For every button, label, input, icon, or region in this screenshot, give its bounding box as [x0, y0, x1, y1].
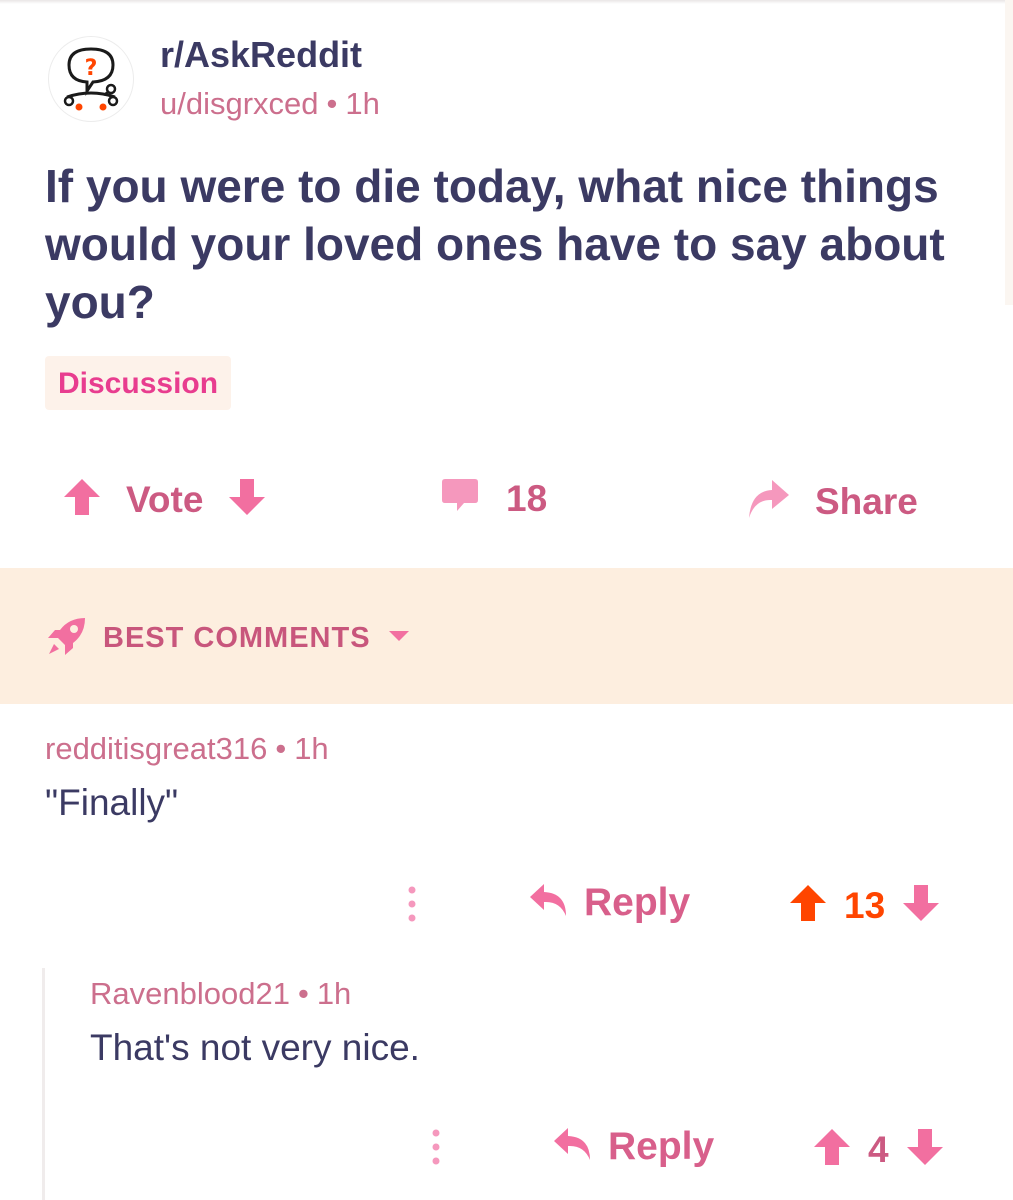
- comment-body: "Finally": [45, 782, 179, 823]
- meta-separator: •: [275, 731, 287, 766]
- comments-button[interactable]: 18: [440, 476, 547, 521]
- reply-label: Reply: [584, 880, 691, 924]
- post-age: 1h: [345, 86, 380, 121]
- comment-score: 4: [812, 1126, 945, 1173]
- share-button[interactable]: Share: [745, 476, 918, 527]
- reply-arrow-icon: [528, 880, 570, 925]
- comment-author[interactable]: redditisgreat316: [45, 731, 267, 766]
- reply-label: Reply: [608, 1124, 715, 1168]
- scroll-edge: [1005, 0, 1013, 305]
- comment-age: 1h: [316, 976, 352, 1011]
- comment-author[interactable]: Ravenblood21: [90, 976, 290, 1011]
- top-shadow: [0, 0, 1013, 4]
- post-meta: u/disgrxced • 1h: [160, 86, 380, 122]
- comment-score: 13: [788, 882, 941, 929]
- upvote-arrow-icon[interactable]: [788, 882, 828, 929]
- sort-label: BEST COMMENTS: [103, 622, 371, 654]
- upvote-arrow-icon[interactable]: [812, 1126, 852, 1173]
- vote-control: Vote: [62, 476, 267, 523]
- meta-separator: •: [297, 976, 309, 1011]
- more-options-icon[interactable]: [426, 1127, 446, 1172]
- downvote-arrow-icon[interactable]: [901, 882, 941, 929]
- share-arrow-icon: [745, 476, 791, 527]
- share-label: Share: [815, 480, 918, 522]
- thread-line[interactable]: [42, 968, 45, 1200]
- score-value: 4: [868, 1128, 889, 1170]
- comment-count: 18: [506, 477, 548, 519]
- subreddit-avatar[interactable]: ?: [48, 36, 134, 122]
- reply-arrow-icon: [552, 1124, 594, 1169]
- score-value: 13: [844, 884, 886, 926]
- comment-bubble-icon: [440, 476, 480, 521]
- comment-age: 1h: [294, 731, 329, 766]
- comment-body: That's not very nice.: [90, 1027, 420, 1068]
- more-options-icon[interactable]: [402, 884, 422, 929]
- comment-author-line: Ravenblood21 • 1h: [90, 976, 351, 1012]
- post-title: If you were to die today, what nice thin…: [45, 160, 945, 328]
- upvote-arrow-icon[interactable]: [62, 476, 102, 523]
- askreddit-icon: ?: [63, 47, 119, 111]
- svg-text:?: ?: [85, 56, 98, 81]
- downvote-arrow-icon[interactable]: [905, 1126, 945, 1173]
- subreddit-name[interactable]: r/AskReddit: [160, 34, 362, 76]
- downvote-arrow-icon[interactable]: [227, 476, 267, 523]
- comment-author-line: redditisgreat316 • 1h: [45, 731, 329, 767]
- comment-sort-dropdown[interactable]: BEST COMMENTS: [45, 614, 411, 663]
- reply-button[interactable]: Reply: [528, 880, 690, 925]
- post-flair[interactable]: Discussion: [45, 356, 232, 410]
- meta-separator: •: [326, 86, 338, 121]
- rocket-icon: [45, 614, 89, 663]
- chevron-down-icon: [387, 629, 411, 648]
- vote-label: Vote: [126, 478, 204, 520]
- post-author[interactable]: u/disgrxced: [160, 86, 319, 121]
- reply-button[interactable]: Reply: [552, 1124, 714, 1169]
